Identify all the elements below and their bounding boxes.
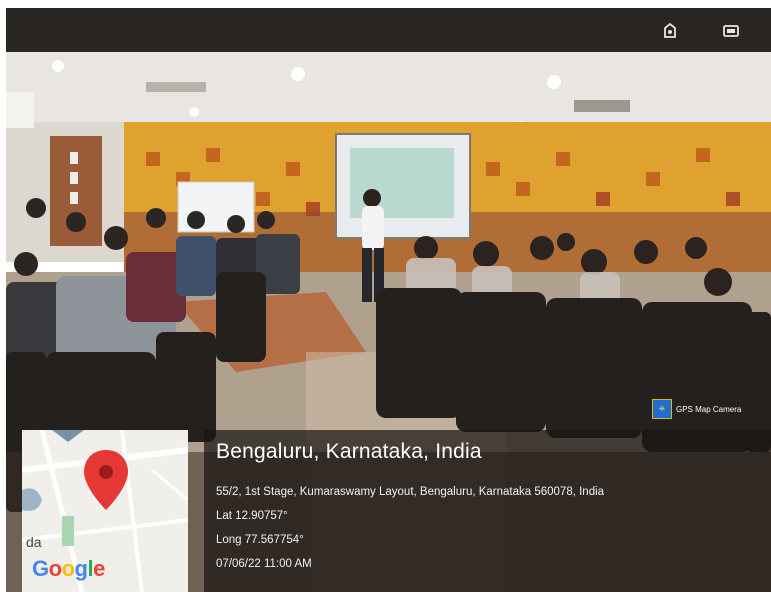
address-line: 55/2, 1st Stage, Kumaraswamy Layout, Ben… [216,486,605,498]
window [6,92,34,128]
longitude-line: Long 77.567754° [216,534,304,546]
ceiling-light [547,75,561,89]
map-place-fragment: da [26,534,42,550]
cast-icon[interactable] [722,22,740,40]
timestamp-line: 07/06/22 11:00 AM [216,558,312,570]
viewer-top-bar [6,8,771,52]
map-arrow-icon [52,430,84,442]
gps-map-camera-badge: ⌖ GPS Map Camera [652,398,741,420]
ceiling-light [291,67,305,81]
ac-vent [574,100,630,112]
location-info-panel: Bengaluru, Karnataka, India 55/2, 1st St… [204,430,771,592]
screenshot-frame: ⌖ GPS Map Camera da Google Bengaluru, Ka… [0,0,771,592]
share-icon[interactable] [661,22,679,40]
latitude-line: Lat 12.90757° [216,510,288,522]
ceiling-light [189,107,199,117]
gps-map-camera-label: GPS Map Camera [676,404,742,414]
google-logo: Google [32,556,105,581]
location-pin-icon [84,450,128,510]
location-map-thumbnail: da Google [22,430,188,592]
place-name: Bengaluru, Karnataka, India [216,440,482,463]
presenter [363,189,381,207]
ac-vent [146,82,206,92]
ceiling [6,52,771,132]
gps-map-camera-logo: ⌖ [652,399,672,419]
map-marker-icon [22,488,42,511]
ceiling-light [52,60,64,72]
map-park [62,516,74,546]
